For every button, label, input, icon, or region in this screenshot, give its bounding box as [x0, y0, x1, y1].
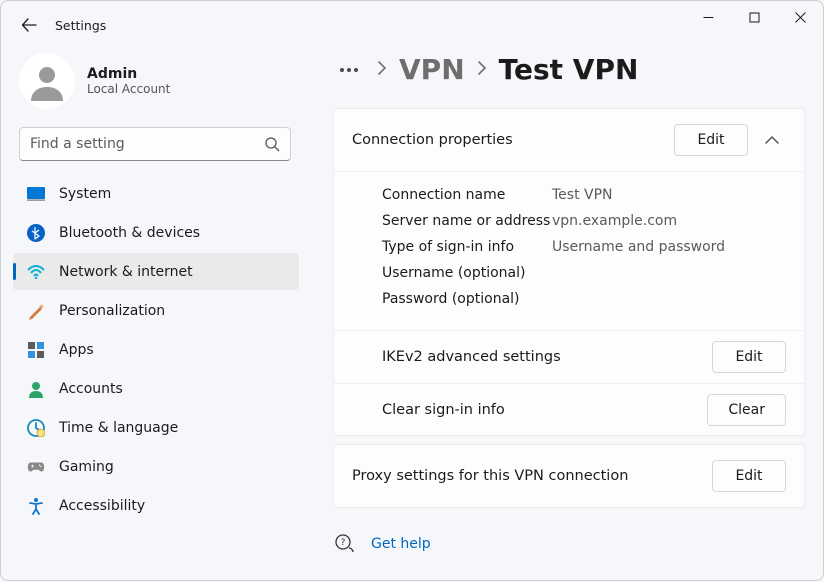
sidebar-item-label: System: [59, 186, 111, 202]
nav: System Bluetooth & devices Network & int…: [11, 175, 299, 524]
property-label: Server name or address: [382, 208, 552, 234]
profile[interactable]: Admin Local Account: [11, 49, 299, 127]
property-label: Type of sign-in info: [382, 234, 552, 260]
maximize-icon: [749, 12, 760, 23]
collapse-toggle[interactable]: [758, 135, 786, 145]
window-controls: [685, 1, 823, 41]
close-button[interactable]: [777, 1, 823, 33]
back-arrow-icon: [21, 17, 37, 33]
sidebar-item-gaming[interactable]: Gaming: [13, 448, 299, 485]
clear-signin-row: Clear sign-in info Clear: [334, 383, 804, 435]
accessibility-icon: [27, 497, 45, 515]
personalization-icon: [27, 302, 45, 320]
row-label: IKEv2 advanced settings: [382, 349, 561, 365]
avatar: [19, 53, 75, 109]
maximize-button[interactable]: [731, 1, 777, 33]
sidebar-item-label: Apps: [59, 342, 94, 358]
close-icon: [795, 12, 806, 23]
property-value: vpn.example.com: [552, 208, 677, 234]
search-placeholder: Find a setting: [30, 136, 264, 152]
connection-properties-subrows: IKEv2 advanced settings Edit Clear sign-…: [334, 330, 804, 435]
chevron-right-icon: [477, 59, 487, 80]
property-value: Test VPN: [552, 182, 613, 208]
help-icon: ?: [335, 534, 355, 554]
row-label: Clear sign-in info: [382, 402, 505, 418]
sidebar-item-system[interactable]: System: [13, 175, 299, 212]
get-help-row: ? Get help: [333, 534, 805, 554]
time-language-icon: [27, 419, 45, 437]
sidebar-item-label: Bluetooth & devices: [59, 225, 200, 241]
breadcrumb: VPN Test VPN: [333, 53, 805, 86]
breadcrumb-parent[interactable]: VPN: [399, 53, 465, 86]
search-icon: [264, 136, 280, 152]
breadcrumb-current: Test VPN: [499, 53, 639, 86]
ikev2-row: IKEv2 advanced settings Edit: [334, 331, 804, 383]
accounts-icon: [27, 380, 45, 398]
section-title: Connection properties: [352, 132, 513, 148]
connection-properties-header: Connection properties Edit: [334, 109, 804, 171]
sidebar-item-accounts[interactable]: Accounts: [13, 370, 299, 407]
sidebar-item-label: Network & internet: [59, 264, 193, 280]
section-title: Proxy settings for this VPN connection: [352, 468, 628, 484]
system-icon: [27, 185, 45, 203]
chevron-right-icon: [377, 59, 387, 80]
property-row: Connection name Test VPN: [382, 182, 786, 208]
sidebar-item-apps[interactable]: Apps: [13, 331, 299, 368]
proxy-edit-button[interactable]: Edit: [712, 460, 786, 492]
sidebar-item-personalization[interactable]: Personalization: [13, 292, 299, 329]
apps-icon: [27, 341, 45, 359]
property-label: Connection name: [382, 182, 552, 208]
titlebar: Settings: [1, 1, 823, 49]
property-row: Password (optional): [382, 286, 786, 312]
svg-text:?: ?: [341, 538, 346, 548]
connection-properties-body: Connection name Test VPN Server name or …: [334, 171, 804, 330]
sidebar-item-accessibility[interactable]: Accessibility: [13, 487, 299, 524]
sidebar: Admin Local Account Find a setting Syste…: [11, 49, 307, 582]
property-row: Type of sign-in info Username and passwo…: [382, 234, 786, 260]
property-label: Username (optional): [382, 260, 552, 286]
minimize-button[interactable]: [685, 1, 731, 33]
sidebar-item-time-language[interactable]: Time & language: [13, 409, 299, 446]
bluetooth-icon: [27, 224, 45, 242]
property-label: Password (optional): [382, 286, 552, 312]
back-button[interactable]: [11, 7, 47, 43]
proxy-settings-row: Proxy settings for this VPN connection E…: [334, 445, 804, 507]
get-help-link[interactable]: Get help: [371, 536, 431, 552]
user-icon: [27, 61, 67, 101]
sidebar-item-network[interactable]: Network & internet: [13, 253, 299, 290]
sidebar-item-bluetooth[interactable]: Bluetooth & devices: [13, 214, 299, 251]
connection-properties-card: Connection properties Edit Connection na…: [333, 108, 805, 436]
property-row: Username (optional): [382, 260, 786, 286]
proxy-settings-card: Proxy settings for this VPN connection E…: [333, 444, 805, 508]
sidebar-item-label: Time & language: [59, 420, 178, 436]
sidebar-item-label: Gaming: [59, 459, 114, 475]
minimize-icon: [703, 12, 714, 23]
search-input[interactable]: Find a setting: [19, 127, 291, 161]
sidebar-item-label: Accounts: [59, 381, 123, 397]
property-value: Username and password: [552, 234, 725, 260]
gaming-icon: [27, 458, 45, 476]
chevron-up-icon: [765, 135, 779, 145]
network-icon: [27, 263, 45, 281]
profile-name: Admin: [87, 66, 170, 82]
breadcrumb-more-button[interactable]: [333, 54, 365, 86]
more-icon: [339, 67, 359, 73]
edit-connection-button[interactable]: Edit: [674, 124, 748, 156]
sidebar-item-label: Accessibility: [59, 498, 145, 514]
window-title: Settings: [55, 18, 106, 33]
main-panel: VPN Test VPN Connection properties Edit …: [307, 49, 823, 582]
ikev2-edit-button[interactable]: Edit: [712, 341, 786, 373]
profile-subtitle: Local Account: [87, 82, 170, 96]
sidebar-item-label: Personalization: [59, 303, 165, 319]
property-row: Server name or address vpn.example.com: [382, 208, 786, 234]
clear-signin-button[interactable]: Clear: [707, 394, 786, 426]
